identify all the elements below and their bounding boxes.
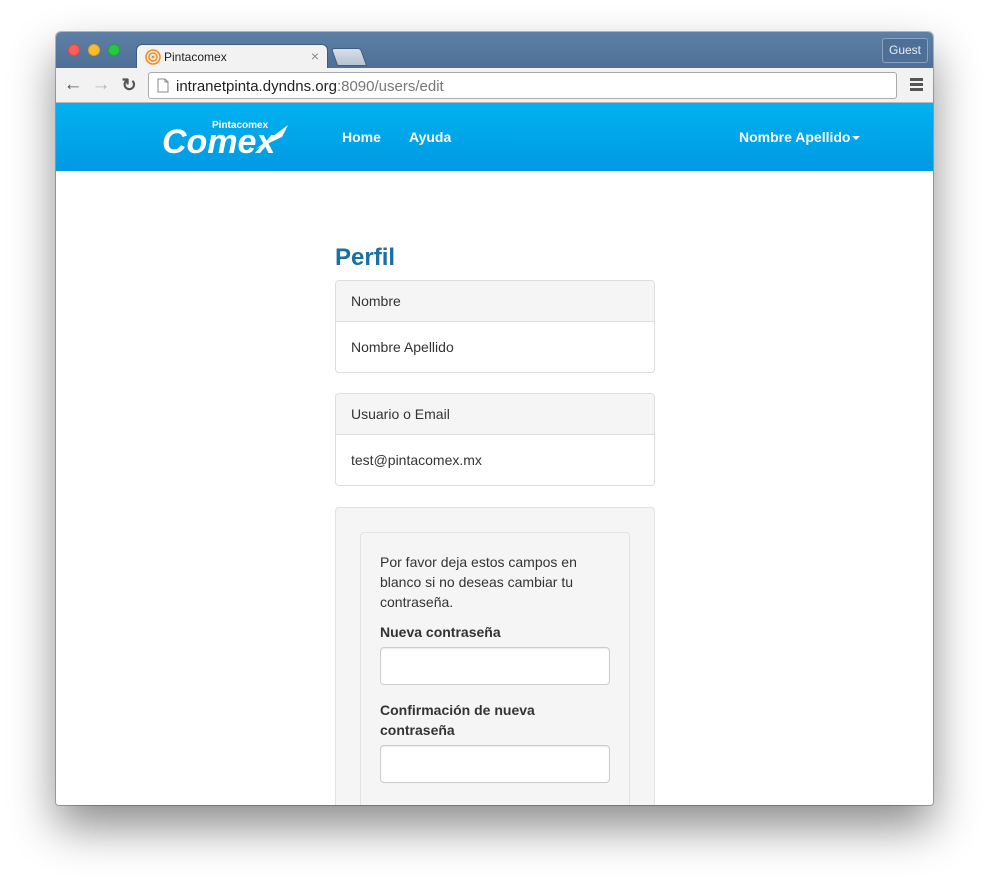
nav-link-home[interactable]: Home xyxy=(342,129,381,145)
name-value: Nombre Apellido xyxy=(351,339,454,355)
logo-main-text: Comex xyxy=(162,123,277,157)
url-text[interactable]: intranetpinta.dyndns.org:8090/users/edit xyxy=(176,78,444,95)
name-panel: Nombre Nombre Apellido xyxy=(335,280,655,373)
email-panel-heading: Usuario o Email xyxy=(336,394,654,435)
tab-close-icon[interactable]: × xyxy=(311,48,319,64)
new-password-input[interactable] xyxy=(380,647,610,685)
hamburger-menu-icon[interactable] xyxy=(910,78,923,91)
password-fieldset: Por favor deja estos campos en blanco si… xyxy=(360,532,630,805)
address-bar[interactable]: intranetpinta.dyndns.org:8090/users/edit xyxy=(148,72,897,99)
user-dropdown[interactable]: Nombre Apellido xyxy=(739,129,860,145)
name-panel-heading: Nombre xyxy=(336,281,654,322)
confirm-password-input[interactable] xyxy=(380,745,610,783)
close-window-button[interactable] xyxy=(68,44,80,56)
browser-toolbar: ← → ↻ intranetpinta.dyndns.org:8090/user… xyxy=(56,68,933,103)
url-path: :8090/users/edit xyxy=(336,78,444,95)
url-host: intranetpinta.dyndns.org xyxy=(176,78,337,95)
new-password-label: Nueva contraseña xyxy=(380,624,501,640)
tab-title: Pintacomex xyxy=(164,50,227,64)
page-icon xyxy=(157,78,169,93)
confirm-password-label: Confirmación de nueva contraseña xyxy=(380,702,535,738)
minimize-window-button[interactable] xyxy=(88,44,100,56)
page-content: Perfil Nombre Nombre Apellido Usuario o … xyxy=(56,171,933,805)
zoom-window-button[interactable] xyxy=(108,44,120,56)
email-panel: Usuario o Email test@pintacomex.mx xyxy=(335,393,655,486)
user-name: Nombre Apellido xyxy=(739,129,851,145)
browser-window: Pintacomex × Guest ← → ↻ intranetpinta.d… xyxy=(56,32,933,805)
reload-icon[interactable]: ↻ xyxy=(118,74,140,96)
tab-strip: Pintacomex × Guest xyxy=(56,32,933,69)
nav-link-ayuda[interactable]: Ayuda xyxy=(409,129,451,145)
password-form-well: Por favor deja estos campos en blanco si… xyxy=(335,507,655,805)
forward-arrow-icon[interactable]: → xyxy=(90,74,112,96)
password-help-text: Por favor deja estos campos en blanco si… xyxy=(380,554,577,610)
browser-tab[interactable]: Pintacomex × xyxy=(136,44,328,69)
email-value: test@pintacomex.mx xyxy=(351,452,482,468)
new-tab-button[interactable] xyxy=(330,48,368,66)
back-arrow-icon[interactable]: ← xyxy=(62,74,84,96)
guest-profile-button[interactable]: Guest xyxy=(882,38,928,63)
site-navbar: Pintacomex Comex Home Ayuda Nombre Apell… xyxy=(56,103,933,171)
comex-logo[interactable]: Pintacomex Comex xyxy=(160,117,292,157)
page-title: Perfil xyxy=(335,244,396,271)
pintacomex-favicon-icon xyxy=(145,49,161,65)
caret-down-icon xyxy=(851,136,860,141)
